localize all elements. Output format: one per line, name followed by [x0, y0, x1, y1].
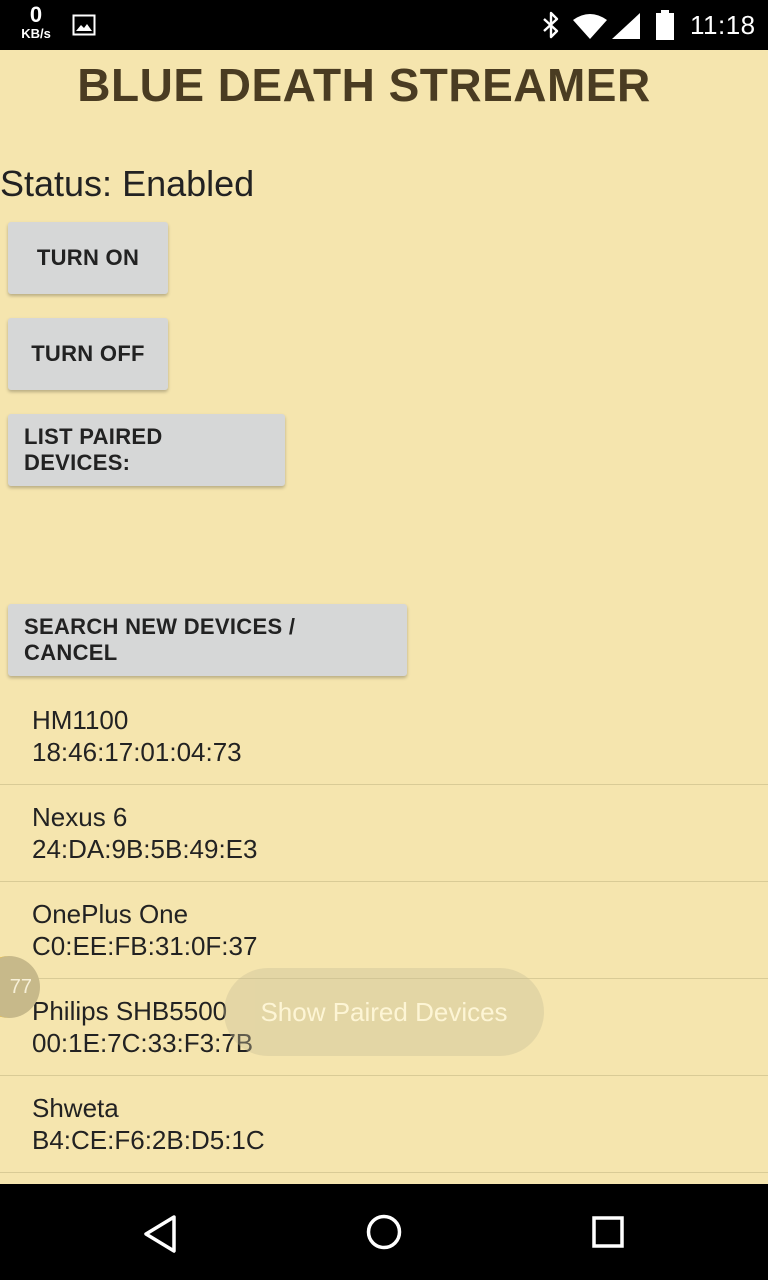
network-speed-unit: KB/s	[21, 26, 51, 41]
device-name: Nexus 6	[32, 802, 128, 832]
device-name: Philips SHB5500	[32, 996, 228, 1026]
bluetooth-icon	[543, 11, 559, 39]
network-speed: 0 KB/s	[16, 2, 56, 41]
list-item[interactable]: HM1100 18:46:17:01:04:73	[0, 688, 768, 785]
back-icon[interactable]	[142, 1214, 178, 1254]
search-new-devices-button[interactable]: SEARCH NEW DEVICES / CANCEL	[8, 604, 407, 676]
navigation-bar	[0, 1184, 768, 1280]
clock: 11:18	[690, 10, 756, 40]
toast-message: Show Paired Devices	[224, 968, 544, 1056]
status-bar: 0 KB/s 11:18	[0, 0, 768, 50]
turn-off-button[interactable]: TURN OFF	[8, 318, 168, 390]
turn-on-button[interactable]: TURN ON	[8, 222, 168, 294]
network-speed-value: 0	[29, 2, 43, 27]
device-name: Shweta	[32, 1093, 119, 1123]
device-address: B4:CE:F6:2B:D5:1C	[32, 1125, 265, 1155]
device-address: 24:DA:9B:5B:49:E3	[32, 834, 258, 864]
signal-icon	[612, 13, 640, 39]
device-address: 00:1E:7C:33:F3:7B	[32, 1028, 254, 1058]
recent-apps-icon[interactable]	[592, 1216, 624, 1248]
wifi-icon	[573, 14, 607, 39]
list-item[interactable]: Nexus 6 24:DA:9B:5B:49:E3	[0, 785, 768, 882]
list-item[interactable]: Shweta B4:CE:F6:2B:D5:1C	[0, 1076, 768, 1173]
device-address: 18:46:17:01:04:73	[32, 737, 242, 767]
app-title: BLUE DEATH STREAMER	[77, 59, 651, 111]
image-icon	[72, 14, 96, 36]
app-content: BLUE DEATH STREAMER Status: Enabled TURN…	[0, 50, 768, 1184]
device-list: HM1100 18:46:17:01:04:73 Nexus 6 24:DA:9…	[0, 688, 768, 1173]
device-name: OnePlus One	[32, 899, 189, 929]
home-icon[interactable]	[366, 1214, 402, 1250]
status-text: Status: Enabled	[0, 163, 255, 204]
list-paired-devices-button[interactable]: LIST PAIRED DEVICES:	[8, 414, 285, 486]
battery-icon	[656, 10, 674, 40]
device-address: C0:EE:FB:31:0F:37	[32, 931, 258, 961]
device-name: HM1100	[32, 705, 129, 735]
list-item[interactable]: OnePlus One C0:EE:FB:31:0F:37	[0, 882, 768, 979]
